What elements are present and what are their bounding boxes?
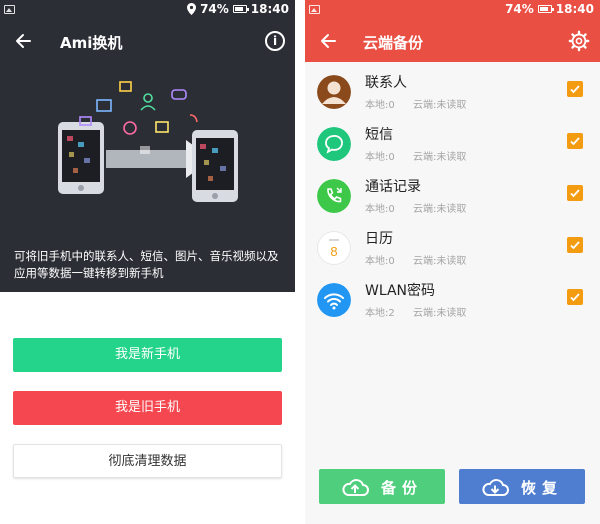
gear-icon[interactable] [568, 30, 590, 52]
wifi-icon [317, 283, 351, 317]
new-phone-graphic [192, 130, 238, 202]
item-checkbox[interactable] [567, 289, 583, 305]
list-item[interactable]: WLAN密码 本地:2 云端:未读取 [305, 276, 600, 328]
screenshot-notification-icon [309, 5, 320, 14]
app-bar: Ami换机 i [0, 22, 295, 62]
calendar-day: 8 [330, 244, 337, 259]
item-name: 短信 [365, 127, 393, 143]
contact-avatar-icon [317, 75, 351, 109]
old-phone-graphic [58, 122, 104, 194]
list-item[interactable]: 联系人 本地:0 云端:未读取 [305, 68, 600, 120]
cloud-download-icon [482, 479, 509, 496]
clock: 18:40 [250, 2, 289, 16]
item-checkbox[interactable] [567, 133, 583, 149]
app-bar: 云端备份 [305, 22, 600, 62]
local-count: 本地:0 [365, 204, 395, 215]
cloud-status: 云端:未读取 [413, 152, 467, 163]
battery-percent: 74% [200, 2, 229, 16]
page-title: Ami换机 [60, 34, 123, 52]
local-count: 本地:0 [365, 256, 395, 267]
clear-data-button[interactable]: 彻底清理数据 [13, 444, 282, 478]
back-arrow-icon[interactable] [12, 30, 34, 52]
info-icon[interactable]: i [265, 31, 285, 51]
cloud-status: 云端:未读取 [413, 308, 467, 319]
local-count: 本地:2 [365, 308, 395, 319]
phone-icon [317, 179, 351, 213]
item-name: 日历 [365, 231, 393, 247]
list-item[interactable]: 8 日历 本地:0 云端:未读取 [305, 224, 600, 276]
battery-percent: 74% [505, 2, 534, 16]
app-header: 74% 18:40 云端备份 [305, 0, 600, 62]
backup-label: 备份 [381, 479, 424, 497]
local-count: 本地:0 [365, 152, 395, 163]
list-item[interactable]: 短信 本地:0 云端:未读取 [305, 120, 600, 172]
back-arrow-icon[interactable] [317, 30, 339, 52]
item-checkbox[interactable] [567, 81, 583, 97]
transfer-illustration [58, 81, 238, 202]
restore-label: 恢复 [521, 479, 564, 497]
new-phone-button[interactable]: 我是新手机 [13, 338, 282, 372]
cloud-status: 云端:未读取 [413, 204, 467, 215]
ami-transfer-screen: 74% 18:40 Ami换机 i 可将旧手机中的联系人、短信、图片、音乐视频以… [0, 0, 295, 524]
status-bar: 74% 18:40 [0, 0, 295, 20]
hero-banner: 74% 18:40 Ami换机 i 可将旧手机中的联系人、短信、图片、音乐视频以… [0, 0, 295, 292]
feature-description: 可将旧手机中的联系人、短信、图片、音乐视频以及应用等数据一键转移到新手机 [14, 249, 279, 280]
cloud-status: 云端:未读取 [413, 100, 467, 111]
item-name: 通话记录 [365, 179, 421, 195]
item-checkbox[interactable] [567, 237, 583, 253]
item-name: 联系人 [365, 75, 407, 91]
item-name: WLAN密码 [365, 283, 436, 299]
local-count: 本地:0 [365, 100, 395, 111]
status-bar: 74% 18:40 [305, 0, 600, 20]
old-phone-button[interactable]: 我是旧手机 [13, 391, 282, 425]
clock: 18:40 [555, 2, 594, 16]
cloud-status: 云端:未读取 [413, 256, 467, 267]
calendar-icon: 8 [317, 231, 351, 265]
battery-icon [537, 5, 554, 13]
item-checkbox[interactable] [567, 185, 583, 201]
list-item[interactable]: 通话记录 本地:0 云端:未读取 [305, 172, 600, 224]
restore-button[interactable]: 恢复 [459, 469, 585, 504]
page-title: 云端备份 [363, 34, 424, 52]
battery-icon [232, 5, 249, 13]
message-icon [317, 127, 351, 161]
screenshot-notification-icon [4, 5, 15, 14]
cloud-backup-screen: 74% 18:40 云端备份 联系人 本地:0 云端:未读取 短信 本地:0 云… [305, 0, 600, 524]
cloud-upload-icon [342, 479, 369, 496]
location-icon [187, 3, 197, 15]
backup-button[interactable]: 备份 [319, 469, 445, 504]
